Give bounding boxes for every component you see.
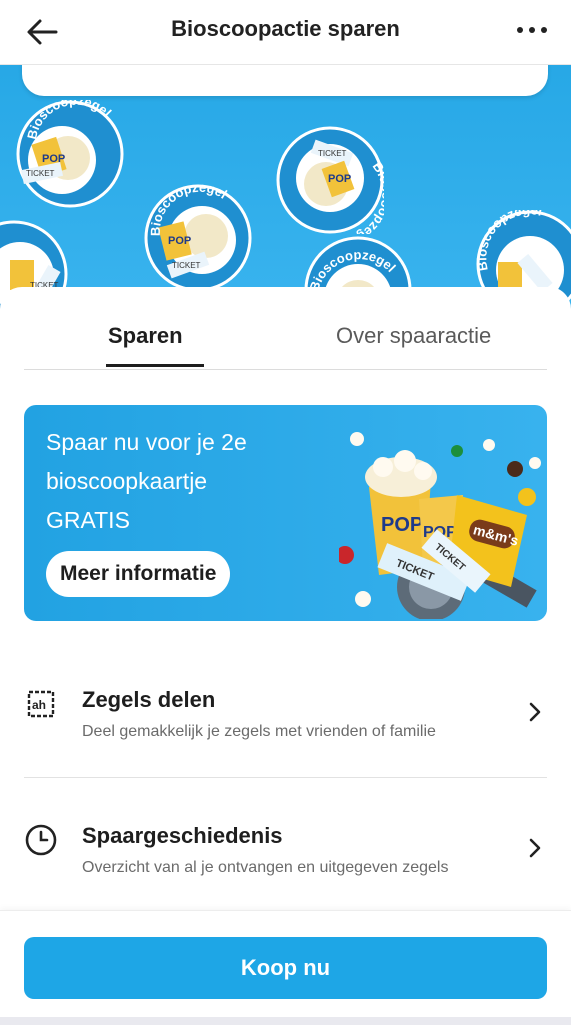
promo-line: bioscoopkaartje xyxy=(46,468,208,494)
svg-text:ah: ah xyxy=(32,698,46,712)
svg-text:TICKET: TICKET xyxy=(26,169,55,178)
promo-line: GRATIS xyxy=(46,507,130,533)
promo-line: Spaar nu voor je 2e xyxy=(46,429,247,455)
svg-text:POP: POP xyxy=(381,514,423,536)
item-subtitle: Deel gemakkelijk je zegels met vrienden … xyxy=(82,723,436,740)
svg-text:TICKET: TICKET xyxy=(318,149,347,158)
svg-text:POP: POP xyxy=(42,153,65,165)
more-horizontal-icon xyxy=(517,27,547,33)
app-header: Bioscoopactie sparen xyxy=(0,0,571,65)
more-info-button[interactable]: Meer informatie xyxy=(46,551,231,597)
active-tab-indicator xyxy=(106,364,204,367)
popcorn-candy-illustration: POP POP m&m's TICKET TICKET xyxy=(336,419,544,621)
list-item-zegels-delen[interactable]: ah Zegels delen Deel gemakkelijk je zege… xyxy=(24,667,547,778)
item-title: Spaargeschiedenis xyxy=(82,823,283,848)
clock-icon xyxy=(25,824,57,856)
ah-stamp-icon: ah xyxy=(27,690,55,718)
promo-text: Spaar nu voor je 2e bioscoopkaartje GRAT… xyxy=(46,423,336,540)
svg-text:TICKET: TICKET xyxy=(172,261,201,270)
card-peek xyxy=(22,64,548,96)
tab-over-spaaractie[interactable]: Over spaaractie xyxy=(336,323,491,349)
item-title: Zegels delen xyxy=(82,687,216,712)
tab-sparen[interactable]: Sparen xyxy=(108,323,183,349)
chevron-right-icon xyxy=(529,838,541,858)
bottom-action-bar: Koop nu xyxy=(0,910,571,1025)
item-subtitle: Overzicht van al je ontvangen en uitgege… xyxy=(82,859,449,876)
tab-bar: Sparen Over spaaractie xyxy=(24,317,547,370)
more-options-button[interactable] xyxy=(513,18,553,46)
buy-now-button[interactable]: Koop nu xyxy=(24,937,547,999)
page-title: Bioscoopactie sparen xyxy=(171,16,400,41)
list-item-spaargeschiedenis[interactable]: Spaargeschiedenis Overzicht van al je on… xyxy=(24,803,547,913)
svg-text:POP: POP xyxy=(168,235,191,247)
hero-banner: POP TICKET Bioscoopzegel POP TICKET Bios… xyxy=(0,64,571,324)
promo-banner: Spaar nu voor je 2e bioscoopkaartje GRAT… xyxy=(24,405,547,621)
bioscoopzegel-sticker: POP TICKET Bioscoopzegel xyxy=(144,180,252,297)
bioscoopzegel-sticker: POP TICKET Bioscoopzegel xyxy=(16,93,124,213)
bioscoopzegel-sticker: TICKET POP Bioscoopzegel xyxy=(276,126,394,249)
chevron-right-icon xyxy=(529,702,541,722)
svg-text:POP: POP xyxy=(328,173,351,185)
